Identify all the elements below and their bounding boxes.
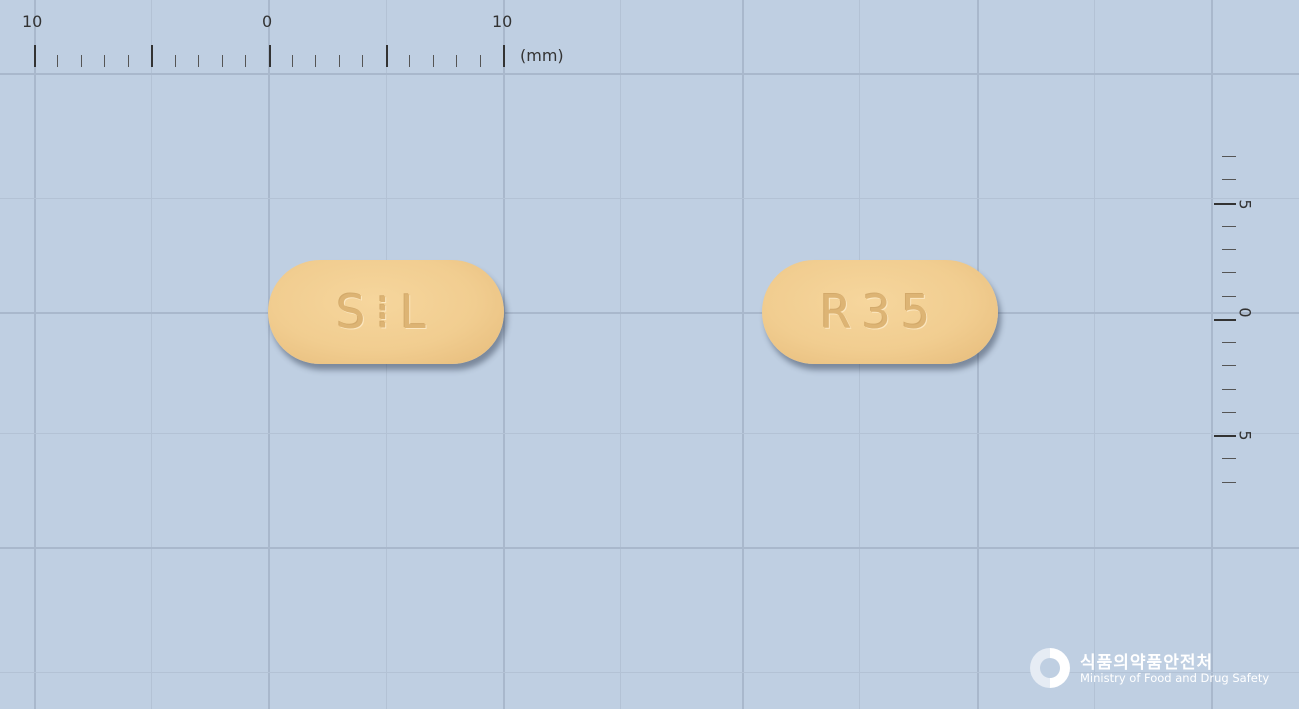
ruler-tick [503,45,505,67]
grid-line-horizontal-minor [0,198,1299,199]
ruler-tick [409,55,410,67]
right-ruler-tick [1222,226,1236,227]
right-ruler-tick [1222,272,1236,273]
tablet-front: S⁞L [268,260,504,364]
ruler-tick [104,55,105,67]
ruler-tick [151,45,153,67]
grid-line-vertical-minor [620,0,621,709]
grid-line-horizontal-minor [0,433,1299,434]
ruler-tick [433,55,434,67]
right-ruler: 5 0 5 [1200,140,1299,500]
right-ruler-label-bottom-5: 5 [1235,430,1255,441]
ministry-logo: 식품의약품안전처 Ministry of Food and Drug Safet… [1030,648,1290,692]
ruler-label-zero: 0 [262,12,273,31]
right-ruler-label-top-5: 5 [1235,199,1255,210]
ruler-tick [198,55,199,67]
ruler-tick [222,55,223,67]
ruler-tick [57,55,58,67]
right-ruler-tick [1222,156,1236,157]
ministry-name-english: Ministry of Food and Drug Safety [1080,671,1270,685]
right-ruler-tick [1222,342,1236,343]
ruler-tick [480,55,481,67]
right-ruler-tick [1222,296,1236,297]
right-ruler-tick [1222,458,1236,459]
right-ruler-tick [1222,179,1236,180]
ruler-label-right-10: 10 [492,12,513,31]
ruler-tick [292,55,293,67]
ruler-tick [456,55,457,67]
right-ruler-tick [1214,203,1236,205]
grid-line-vertical [268,0,270,709]
ruler-label-left-10: 10 [22,12,43,31]
grid-line-vertical [742,0,744,709]
ministry-name-korean: 식품의약품안전처 [1080,653,1214,673]
ministry-emblem-icon [1030,648,1070,688]
grid-line-horizontal [0,547,1299,549]
grid-line-vertical [503,0,505,709]
ruler-tick [269,45,271,67]
ruler-unit: (mm) [520,46,564,65]
tablet-back-imprint: R35 [819,285,941,339]
ruler-tick [315,55,316,67]
right-ruler-tick [1222,389,1236,390]
right-ruler-tick [1214,319,1236,321]
grid-line-vertical [977,0,979,709]
ruler-tick [339,55,340,67]
right-ruler-tick [1214,435,1236,437]
ruler-tick [175,55,176,67]
ruler-tick [34,45,36,67]
top-ruler: 10 0 10 (mm) [0,0,600,74]
right-ruler-tick [1222,249,1236,250]
ruler-tick [386,45,388,67]
ruler-tick [362,55,363,67]
grid-line-vertical-minor [1094,0,1095,709]
grid-line-horizontal [0,312,1299,314]
right-ruler-label-zero: 0 [1235,307,1255,318]
ruler-tick [245,55,246,67]
grid-line-vertical [34,0,36,709]
right-ruler-tick [1222,365,1236,366]
grid-line-vertical-minor [151,0,152,709]
right-ruler-tick [1222,412,1236,413]
pill-photo: 10 0 10 (mm) 5 0 5 S⁞L R35 식품의약품안전처 Mini… [0,0,1299,709]
tablet-back: R35 [762,260,998,364]
right-ruler-tick [1222,482,1236,483]
ruler-tick [81,55,82,67]
tablet-front-imprint: S⁞L [336,285,436,339]
ruler-tick [128,55,129,67]
